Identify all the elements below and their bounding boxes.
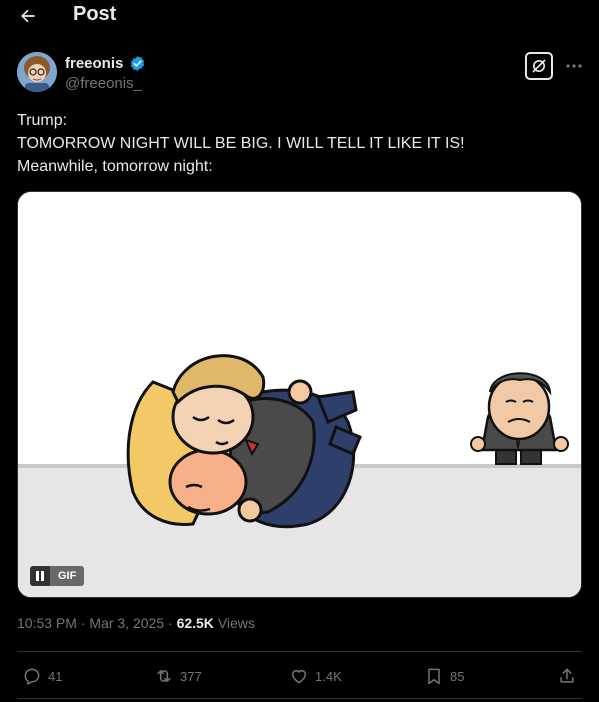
bookmark-count: 85 (450, 668, 465, 684)
grok-icon (532, 59, 546, 73)
page-title: Post (73, 3, 117, 25)
share-icon (560, 668, 574, 683)
meta-separator: · (80, 615, 86, 631)
arrow-left-icon (21, 9, 35, 23)
reply-button[interactable]: 41 (22, 664, 62, 688)
bookmark-icon (428, 668, 440, 685)
gif-media[interactable]: GIF (17, 191, 582, 598)
avatar-image (17, 52, 57, 92)
reply-icon (24, 668, 40, 685)
like-button[interactable]: 1.4K (289, 664, 342, 688)
avatar[interactable] (17, 52, 57, 92)
grok-button[interactable] (525, 52, 553, 80)
tweet-line: TOMORROW NIGHT WILL BE BIG. I WILL TELL … (17, 135, 465, 152)
display-name[interactable]: freeonis (65, 55, 123, 72)
pause-icon (36, 571, 44, 581)
handle[interactable]: @freeonis_ (65, 75, 142, 92)
like-count: 1.4K (315, 668, 342, 684)
gif-illustration (18, 192, 581, 597)
reply-count: 41 (48, 668, 63, 684)
post-date[interactable]: Mar 3, 2025 (89, 615, 164, 631)
views-count: 62.5K (176, 615, 214, 631)
repost-button[interactable]: 377 (154, 664, 202, 688)
verified-badge-icon (130, 56, 145, 71)
more-options-button[interactable] (564, 54, 584, 78)
tweet-line: Meanwhile, tomorrow night: (17, 158, 213, 175)
views-label: Views (217, 615, 255, 631)
post-time[interactable]: 10:53 PM (17, 615, 77, 631)
repost-icon (157, 670, 171, 682)
author-row: freeonis @freeonis_ (17, 52, 582, 96)
bookmark-button[interactable]: 85 (424, 664, 464, 688)
back-button[interactable] (14, 4, 42, 28)
heart-icon (292, 670, 306, 684)
pause-button[interactable] (30, 566, 50, 586)
divider (17, 698, 582, 699)
gif-controls: GIF (30, 566, 85, 586)
divider (17, 651, 582, 652)
more-dots-icon (566, 64, 582, 68)
top-bar: Post (0, 0, 599, 34)
post-metadata: 10:53 PM · Mar 3, 2025 · 62.5K Views (17, 615, 255, 631)
meta-separator: · (168, 615, 173, 631)
repost-count: 377 (180, 668, 202, 684)
tweet-text: Trump: TOMORROW NIGHT WILL BE BIG. I WIL… (17, 109, 582, 178)
share-button[interactable] (557, 664, 577, 688)
action-bar: 41 377 1.4K 85 (0, 664, 599, 688)
gif-badge: GIF (50, 566, 85, 586)
tweet-line: Trump: (17, 112, 68, 129)
